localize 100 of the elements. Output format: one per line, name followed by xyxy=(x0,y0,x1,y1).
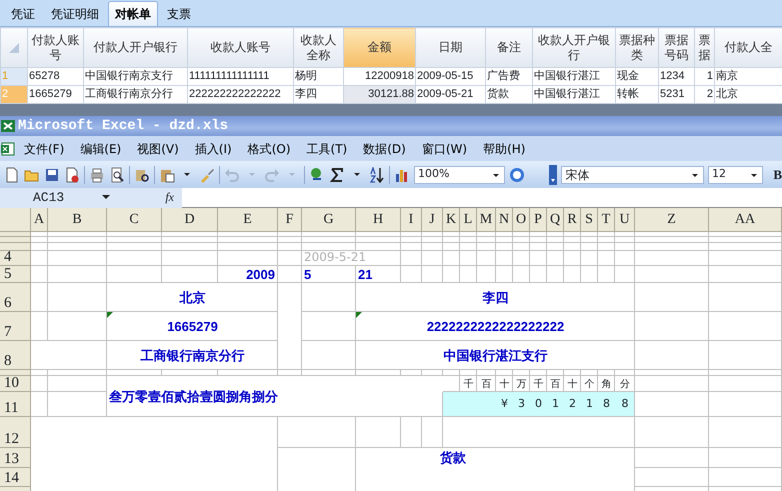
tab[interactable]: 凭证 xyxy=(4,1,42,26)
column-header[interactable]: J xyxy=(422,208,443,232)
table-cell: 30121.88 xyxy=(344,86,416,104)
name-box[interactable]: AC13 xyxy=(0,188,122,208)
column-header[interactable]: AA xyxy=(709,208,782,232)
cell-text: 1 xyxy=(586,396,593,412)
cell-text: 1665279 xyxy=(167,318,218,336)
tab[interactable]: 凭证明细 xyxy=(44,1,106,26)
table-cell: 中国银行湛江 xyxy=(532,68,616,86)
toolbar-options-icon[interactable] xyxy=(549,164,558,184)
column-header[interactable]: 备注 xyxy=(486,28,532,68)
column-header[interactable]: Z xyxy=(635,208,709,232)
column-header[interactable]: I xyxy=(401,208,422,232)
cell-text: 千 xyxy=(534,378,544,392)
table-cell: 杨明 xyxy=(294,68,344,86)
row-header[interactable]: 7 xyxy=(0,312,31,341)
help-icon[interactable] xyxy=(509,166,526,182)
menu-item[interactable]: 视图(V) xyxy=(129,140,187,158)
cell-text: 5 xyxy=(304,266,312,284)
column-header[interactable]: 收款人全称 xyxy=(294,28,344,68)
menu-item[interactable]: 数据(D) xyxy=(355,140,414,158)
column-header[interactable]: B xyxy=(48,208,107,232)
row-header[interactable]: 5 xyxy=(0,266,31,283)
column-header[interactable]: Q xyxy=(547,208,564,232)
column-header[interactable]: 收款人账号 xyxy=(188,28,294,68)
column-header[interactable]: K xyxy=(443,208,460,232)
menu-item[interactable]: 插入(I) xyxy=(186,140,240,158)
column-header[interactable]: S xyxy=(581,208,598,232)
cell-text: 分 xyxy=(620,378,630,392)
column-header[interactable]: G xyxy=(302,208,356,232)
column-header[interactable]: 票据号码 xyxy=(658,28,694,68)
column-header[interactable]: M xyxy=(477,208,496,232)
column-header[interactable]: A xyxy=(31,208,48,232)
sum-icon[interactable] xyxy=(329,166,345,182)
brush-icon[interactable] xyxy=(199,166,215,182)
cell-text: 货款 xyxy=(440,449,466,468)
print-preview-icon[interactable] xyxy=(109,166,125,182)
cell-text: 叁万零壹佰贰拾壹圆捌角捌分 xyxy=(109,388,278,406)
cell-text: 工商银行南京分行 xyxy=(140,346,244,365)
menu-item[interactable]: 窗口(W) xyxy=(414,140,476,158)
excel-icon[interactable] xyxy=(0,140,16,156)
row-header[interactable]: 8 xyxy=(0,341,31,370)
column-header[interactable]: 票据 xyxy=(694,28,714,68)
column-header[interactable]: 付款人账号 xyxy=(28,28,84,68)
menu-item[interactable]: 文件(F) xyxy=(16,140,72,158)
permission-icon[interactable] xyxy=(64,166,80,182)
font-size-dropdown[interactable]: 12 xyxy=(708,166,764,184)
save-icon[interactable] xyxy=(44,166,60,182)
cell-text: 百 xyxy=(482,378,492,392)
cell-text: 北京 xyxy=(180,288,206,307)
column-header[interactable]: O xyxy=(513,208,530,232)
cell-text: ¥ xyxy=(501,396,508,412)
table-cell: 现金 xyxy=(616,68,658,86)
column-header[interactable]: P xyxy=(530,208,547,232)
cell-text: 万 xyxy=(516,378,526,392)
row-header[interactable]: 11 xyxy=(0,392,31,417)
column-header[interactable]: 付款人全 xyxy=(714,28,782,68)
menu-item[interactable]: 工具(T) xyxy=(298,140,356,158)
table-cell: 1234 xyxy=(658,68,694,86)
cell-text: 8 xyxy=(603,396,610,412)
menu-item[interactable]: 帮助(H) xyxy=(475,140,534,158)
column-header[interactable]: 付款人开户银行 xyxy=(84,28,188,68)
font-dropdown[interactable]: 宋体 xyxy=(561,166,704,184)
column-header[interactable]: F xyxy=(278,208,302,232)
menu-item[interactable]: 编辑(E) xyxy=(72,140,130,158)
column-header[interactable]: E xyxy=(218,208,278,232)
row-header[interactable]: 12 xyxy=(0,417,31,448)
row-header[interactable]: 6 xyxy=(0,283,31,312)
column-header[interactable]: N xyxy=(496,208,513,232)
column-header[interactable]: T xyxy=(598,208,615,232)
tab[interactable]: 支票 xyxy=(160,1,198,26)
table-cell: 1 xyxy=(694,68,714,86)
menu-item[interactable]: 格式(O) xyxy=(240,140,299,158)
column-header[interactable]: H xyxy=(356,208,401,232)
print-icon[interactable] xyxy=(89,166,105,182)
column-header[interactable]: R xyxy=(564,208,581,232)
window-title: Microsoft Excel - dzd.xls xyxy=(18,116,228,136)
column-header[interactable]: 收款人开户银行 xyxy=(532,28,616,68)
row-header[interactable]: 10 xyxy=(0,376,31,392)
table-cell: 广告费 xyxy=(486,68,532,86)
sort-icon[interactable] xyxy=(369,166,385,182)
row-header[interactable]: 4 xyxy=(0,251,31,266)
column-header[interactable]: C xyxy=(107,208,162,232)
zoom-dropdown[interactable]: 100% xyxy=(414,166,506,184)
column-header[interactable]: 日期 xyxy=(416,28,486,68)
cell-text: 1 xyxy=(552,396,559,412)
cell-text: 0 xyxy=(535,396,542,412)
new-file-icon[interactable] xyxy=(4,166,20,182)
row-header[interactable]: 13 xyxy=(0,448,31,468)
column-header[interactable]: 金额 xyxy=(344,28,416,68)
column-header[interactable]: D xyxy=(162,208,218,232)
tab[interactable]: 对帐单 xyxy=(108,1,158,26)
column-header[interactable]: 票据种类 xyxy=(616,28,658,68)
column-header[interactable]: U xyxy=(615,208,635,232)
bold-button[interactable]: B xyxy=(773,164,782,184)
column-header[interactable]: L xyxy=(460,208,477,232)
row-header[interactable]: 14 xyxy=(0,468,31,487)
table-cell: 65278 xyxy=(28,68,84,86)
function-label[interactable]: fx xyxy=(122,188,182,208)
cell-text: 角 xyxy=(602,378,612,392)
